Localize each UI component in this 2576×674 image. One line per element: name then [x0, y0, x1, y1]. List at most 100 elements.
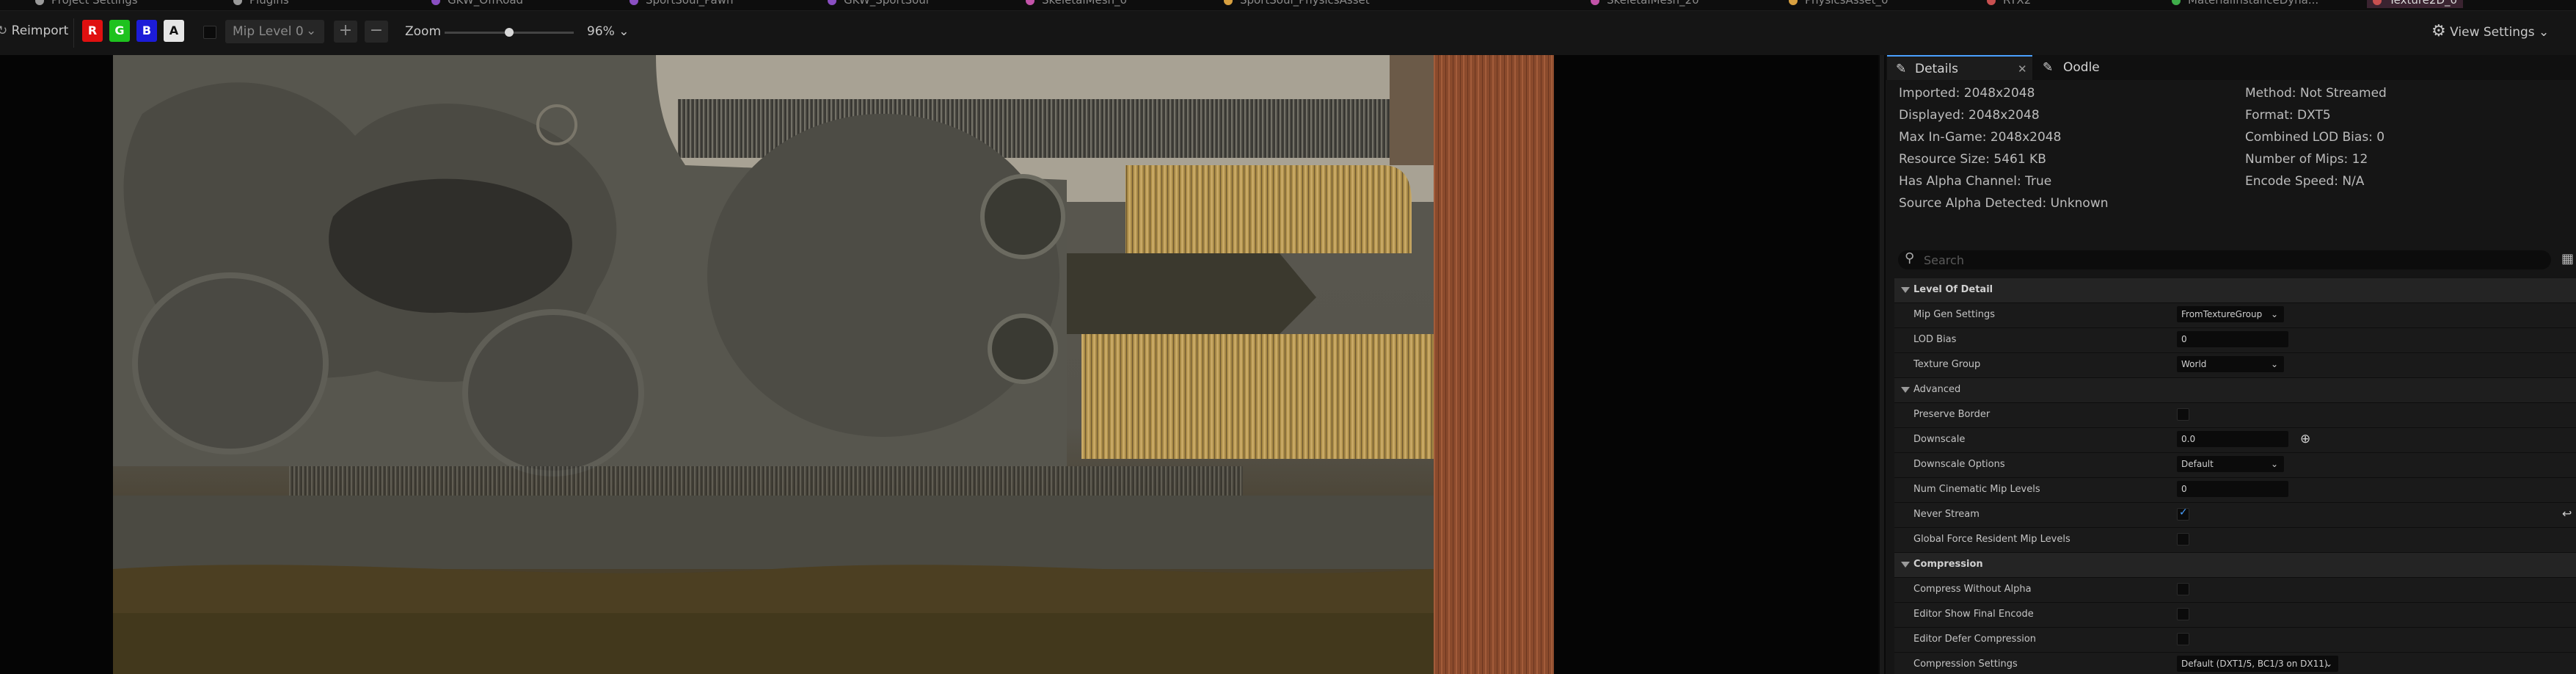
- table-view-icon[interactable]: ▦: [2561, 251, 2574, 267]
- prop-label: Compress Without Alpha: [1913, 584, 2032, 595]
- info-method: Method: Not Streamed: [2245, 86, 2387, 101]
- details-search-input[interactable]: [1898, 250, 2551, 269]
- prop-global-force-resident-mip-levels: Global Force Resident Mip Levels: [1894, 528, 2576, 553]
- tab-physicsasset-0[interactable]: PhysicsAsset_0: [1789, 0, 1889, 8]
- category-level-of-detail[interactable]: Level Of Detail: [1894, 278, 2576, 303]
- green-channel-toggle[interactable]: G: [109, 20, 130, 42]
- lod-bias-field[interactable]: 0: [2177, 331, 2288, 347]
- panel-splitter[interactable]: [1880, 55, 1884, 674]
- prop-label: Editor Show Final Encode: [1913, 609, 2034, 620]
- info-has-alpha: Has Alpha Channel: True: [1899, 174, 2052, 189]
- combo-value: Default: [2181, 459, 2214, 469]
- mip-decrease-button[interactable]: −: [365, 21, 388, 43]
- prop-label: Texture Group: [1913, 359, 1981, 370]
- prop-lod-bias: LOD Bias 0: [1894, 328, 2576, 353]
- info-source-alpha: Source Alpha Detected: Unknown: [1899, 196, 2109, 211]
- toolbar: ↻ Reimport R G B A Mip Level 0 ⌄ + − Zoo…: [0, 11, 2576, 55]
- info-encode-speed: Encode Speed: N/A: [2245, 174, 2365, 189]
- zoom-slider-thumb[interactable]: [505, 28, 514, 37]
- material-icon: [2172, 0, 2181, 5]
- chevron-down-icon: ⌄: [2324, 659, 2332, 669]
- tab-gkw-offroad[interactable]: GKW_OffRoad: [431, 0, 523, 8]
- mip-gen-settings-dropdown[interactable]: FromTextureGroup ⌄: [2177, 306, 2284, 322]
- search-placeholder: Search: [1924, 253, 1964, 267]
- view-settings-button[interactable]: ⚙ View Settings ⌄: [2431, 22, 2549, 40]
- tab-project-settings[interactable]: Project Settings: [35, 0, 138, 8]
- info-displayed: Displayed: 2048x2048: [1899, 108, 2040, 123]
- chevron-down-icon: ⌄: [2270, 359, 2278, 369]
- field-value: 0: [2181, 334, 2187, 344]
- tab-oodle-label: Oodle: [2063, 60, 2100, 75]
- texture-viewport[interactable]: [0, 55, 1878, 674]
- physics-asset-icon: [1789, 0, 1798, 5]
- red-channel-toggle[interactable]: R: [82, 20, 103, 42]
- texture-icon: [1987, 0, 1996, 5]
- tab-texture2d-0[interactable]: Texture2D_0: [2367, 0, 2464, 8]
- field-value: 0: [2181, 484, 2187, 494]
- tab-rtx2[interactable]: RTX2: [1987, 0, 2031, 8]
- prop-label: Compression Settings: [1913, 659, 2018, 670]
- tab-sportsoul-pawn[interactable]: SportSoul_Pawn: [630, 0, 733, 8]
- category-advanced[interactable]: Advanced: [1894, 378, 2576, 403]
- reimport-icon: ↻: [0, 23, 8, 38]
- compression-settings-dropdown[interactable]: Default (DXT1/5, BC1/3 on DX11) ⌄: [2177, 656, 2338, 672]
- info-combined-lod-bias: Combined LOD Bias: 0: [2245, 130, 2385, 145]
- category-compression[interactable]: Compression: [1894, 553, 2576, 578]
- info-format: Format: DXT5: [2245, 108, 2331, 123]
- zoom-label: Zoom: [405, 24, 442, 39]
- prop-downscale: Downscale 0.0 ⊕: [1894, 428, 2576, 453]
- expand-arrow-icon: [1901, 387, 1910, 393]
- compress-without-alpha-checkbox[interactable]: [2177, 583, 2189, 595]
- editor-defer-compression-checkbox[interactable]: [2177, 633, 2189, 645]
- close-icon[interactable]: ✕: [2018, 57, 2027, 81]
- reimport-button[interactable]: ↻ Reimport: [0, 23, 68, 38]
- downscale-field[interactable]: 0.0: [2177, 431, 2288, 447]
- alpha-channel-toggle[interactable]: A: [164, 20, 184, 42]
- document-tab-strip: Project Settings Plugins GKW_OffRoad Spo…: [0, 0, 2576, 11]
- zoom-value-dropdown[interactable]: 96% ⌄: [587, 24, 629, 39]
- texture-group-dropdown[interactable]: World ⌄: [2177, 356, 2284, 372]
- downscale-options-dropdown[interactable]: Default ⌄: [2177, 456, 2284, 472]
- global-force-resident-mip-levels-checkbox[interactable]: [2177, 533, 2189, 546]
- editor-show-final-encode-checkbox[interactable]: [2177, 608, 2189, 620]
- chevron-down-icon: ⌄: [306, 23, 317, 38]
- blueprint-icon: [630, 0, 638, 5]
- tab-sportsoul-physicsasset[interactable]: SportSoul_PhysicsAsset: [1224, 0, 1370, 8]
- zoom-slider-track[interactable]: [445, 28, 574, 37]
- pencil-icon: ✎: [1896, 62, 1907, 76]
- expand-arrow-icon: [1901, 287, 1910, 293]
- texture-icon: [2373, 0, 2382, 5]
- never-stream-checkbox[interactable]: [2177, 507, 2189, 521]
- prop-editor-defer-compression: Editor Defer Compression: [1894, 628, 2576, 653]
- reset-to-default-icon[interactable]: ⊕: [2300, 432, 2310, 446]
- prop-compression-settings: Compression Settings Default (DXT1/5, BC…: [1894, 653, 2576, 674]
- num-cinematic-mip-levels-field[interactable]: 0: [2177, 481, 2288, 497]
- mip-level-checkbox[interactable]: [203, 26, 216, 39]
- chevron-down-icon: ⌄: [2270, 459, 2278, 469]
- prop-compress-without-alpha: Compress Without Alpha: [1894, 578, 2576, 603]
- tab-label: SportSoul_PhysicsAsset: [1240, 0, 1370, 7]
- blueprint-icon: [431, 0, 440, 5]
- tab-oodle[interactable]: ✎ Oodle: [2040, 55, 2128, 80]
- toolbar-divider: [73, 18, 74, 48]
- chevron-down-icon: ⌄: [2539, 25, 2550, 40]
- prop-downscale-options: Downscale Options Default ⌄: [1894, 453, 2576, 478]
- tab-label: Project Settings: [51, 0, 138, 7]
- blue-channel-toggle[interactable]: B: [136, 20, 157, 42]
- tab-label: SkeletalMesh_20: [1607, 0, 1699, 7]
- tab-material-instance-dynamic[interactable]: MaterialInstanceDyna...: [2172, 0, 2318, 8]
- prop-label: Editor Defer Compression: [1913, 634, 2037, 645]
- category-label: Advanced: [1913, 384, 1961, 395]
- expand-arrow-icon: [1901, 562, 1910, 568]
- prop-label: Preserve Border: [1913, 409, 1991, 420]
- tab-plugins[interactable]: Plugins: [233, 0, 289, 8]
- mip-level-dropdown[interactable]: Mip Level 0 ⌄: [225, 20, 324, 43]
- tab-details[interactable]: ✎ Details ✕: [1887, 55, 2032, 80]
- preserve-border-checkbox[interactable]: [2177, 408, 2189, 421]
- reset-arrow-icon[interactable]: ↩: [2562, 507, 2572, 521]
- tab-skeletalmesh-0[interactable]: SkeletalMesh_0: [1026, 0, 1127, 8]
- prop-label: Never Stream: [1913, 509, 1980, 520]
- tab-gkw-sportsoul[interactable]: GKW_SportSoul: [828, 0, 929, 8]
- mip-increase-button[interactable]: +: [334, 21, 357, 43]
- tab-skeletalmesh-20[interactable]: SkeletalMesh_20: [1591, 0, 1699, 8]
